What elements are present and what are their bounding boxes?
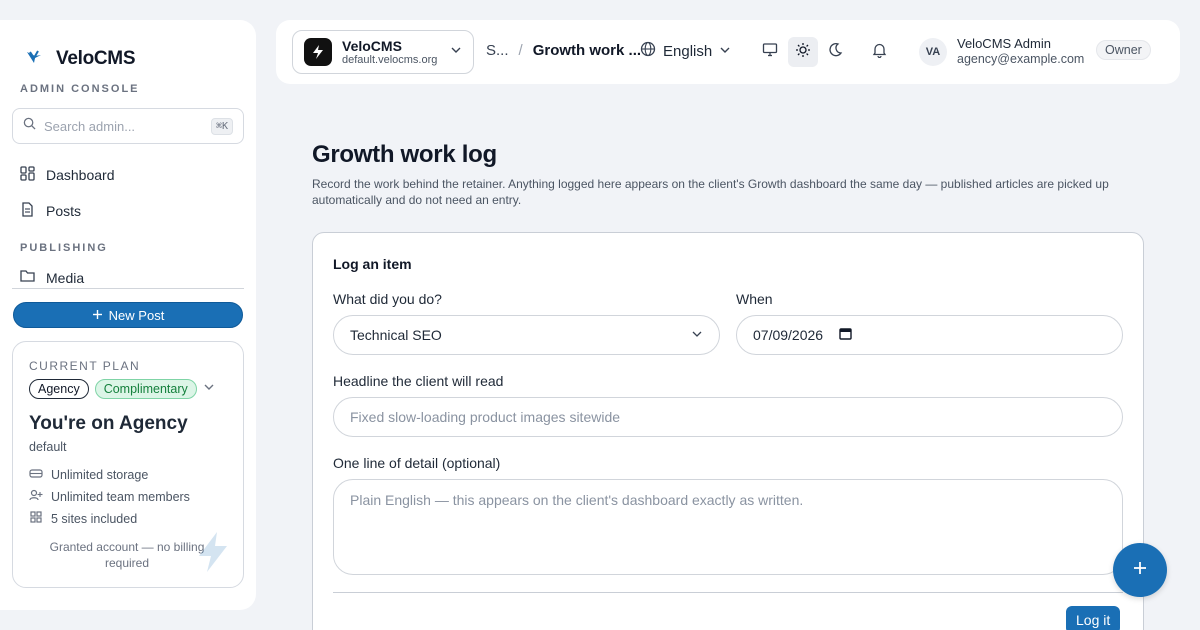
plan-feature-label: Unlimited storage <box>51 467 149 482</box>
site-switcher[interactable]: VeloCMS default.velocms.org <box>292 30 474 74</box>
search-placeholder: Search admin... <box>44 118 136 134</box>
search-icon <box>23 117 36 135</box>
sidebar-item-label: Posts <box>46 203 82 219</box>
plan-subtitle: default <box>29 440 67 454</box>
language-select[interactable]: English <box>640 41 731 61</box>
user-email: agency@example.com <box>957 52 1085 66</box>
plan-feature: Unlimited team members <box>29 489 190 504</box>
dashboard-grid-icon <box>20 166 35 184</box>
plus-icon <box>92 308 103 323</box>
console-label: ADMIN CONSOLE <box>20 83 140 95</box>
breadcrumb-current: Growth work ... <box>532 42 642 59</box>
activity-value: Technical SEO <box>350 327 442 343</box>
form-divider <box>333 592 1123 593</box>
dark-theme-button[interactable] <box>820 37 850 67</box>
detail-textarea[interactable]: Plain English — this appears on the clie… <box>333 479 1123 575</box>
plan-status-badge: Complimentary <box>94 379 197 399</box>
user-name: VeloCMS Admin <box>957 36 1051 51</box>
floating-add-button[interactable] <box>1113 543 1167 597</box>
topbar: VeloCMS default.velocms.org S... / Growt… <box>276 20 1180 84</box>
site-name: VeloCMS <box>342 37 402 54</box>
headline-input[interactable]: Fixed slow-loading product images sitewi… <box>333 397 1123 437</box>
plan-feature: Unlimited storage <box>29 467 148 482</box>
sun-icon <box>795 42 811 63</box>
log-it-button[interactable]: Log it <box>1066 606 1121 630</box>
breadcrumb-parent[interactable]: S... <box>486 42 509 59</box>
brand-name: VeloCMS <box>56 48 136 69</box>
language-label: English <box>663 42 713 60</box>
detail-placeholder: Plain English — this appears on the clie… <box>350 492 804 508</box>
light-theme-button[interactable] <box>788 37 818 67</box>
plan-feature: 5 sites included <box>29 511 137 526</box>
new-post-button[interactable]: New Post <box>13 302 243 328</box>
monitor-icon <box>762 42 778 62</box>
page-description: Record the work behind the retainer. Any… <box>312 177 1109 207</box>
search-input[interactable]: Search admin... ⌘K <box>12 108 244 144</box>
bell-icon <box>872 42 887 63</box>
chevron-down-icon <box>450 43 462 61</box>
sidebar-item-media[interactable]: Media <box>20 269 84 286</box>
date-input[interactable]: 07/09/2026 <box>736 315 1123 355</box>
chevron-down-icon <box>691 327 703 343</box>
folder-icon <box>20 269 35 286</box>
detail-label: One line of detail (optional) <box>333 455 501 471</box>
sidebar-item-label: Dashboard <box>46 167 115 183</box>
sidebar-item-posts[interactable]: Posts <box>20 202 81 220</box>
brand[interactable]: VeloCMS <box>26 48 136 70</box>
form-title: Log an item <box>333 256 412 272</box>
when-label: When <box>736 291 773 307</box>
plan-label: CURRENT PLAN <box>29 359 141 373</box>
headline-placeholder: Fixed slow-loading product images sitewi… <box>350 409 621 425</box>
user-info: VeloCMS Admin agency@example.com <box>957 36 1084 67</box>
activity-select[interactable]: Technical SEO <box>333 315 720 355</box>
sidebar-item-label: Media <box>46 269 85 286</box>
storage-icon <box>29 467 43 482</box>
nav-divider <box>12 288 244 289</box>
avatar: VA <box>919 37 947 66</box>
headline-label: Headline the client will read <box>333 373 504 389</box>
log-item-form: Log an item What did you do? Technical S… <box>312 232 1144 630</box>
plan-tier-badge: Agency <box>29 379 89 399</box>
page-title: Growth work log <box>312 141 497 168</box>
notifications-button[interactable] <box>864 37 894 67</box>
breadcrumb-separator: / <box>518 42 523 59</box>
chevron-down-icon[interactable] <box>203 380 215 398</box>
plan-card: CURRENT PLAN Agency Complimentary You're… <box>12 341 244 588</box>
system-theme-button[interactable] <box>755 37 785 67</box>
plus-icon <box>1132 560 1148 581</box>
lightning-watermark-icon <box>193 530 233 579</box>
plan-badges: Agency Complimentary <box>29 379 215 399</box>
plan-feature-label: Unlimited team members <box>51 489 190 504</box>
plan-feature-label: 5 sites included <box>51 511 138 526</box>
document-icon <box>20 202 35 220</box>
sidebar-item-dashboard[interactable]: Dashboard <box>20 166 115 184</box>
chevron-down-icon <box>719 43 731 60</box>
sites-grid-icon <box>29 511 43 526</box>
plan-note: Granted account — no billing required <box>49 540 205 570</box>
moon-icon <box>828 42 843 62</box>
search-shortcut: ⌘K <box>210 117 233 135</box>
lightning-icon <box>304 38 332 66</box>
site-domain: default.velocms.org <box>342 53 438 66</box>
sidebar: VeloCMS ADMIN CONSOLE Search admin... ⌘K… <box>0 20 256 610</box>
user-menu[interactable]: VA VeloCMS Admin agency@example.com <box>919 36 1084 67</box>
what-label: What did you do? <box>333 291 442 307</box>
date-value: 07/09/2026 <box>753 327 824 343</box>
role-badge: Owner <box>1096 40 1151 60</box>
users-icon <box>29 489 43 504</box>
velocms-logo-icon <box>26 49 42 70</box>
plan-title: You're on Agency <box>29 413 188 434</box>
calendar-icon[interactable] <box>839 327 852 343</box>
breadcrumb: S... / Growth work ... <box>486 42 641 59</box>
globe-icon <box>640 41 656 61</box>
nav-section-publishing: PUBLISHING <box>20 242 108 254</box>
new-post-label: New Post <box>108 307 165 323</box>
site-info: VeloCMS default.velocms.org <box>342 38 440 67</box>
